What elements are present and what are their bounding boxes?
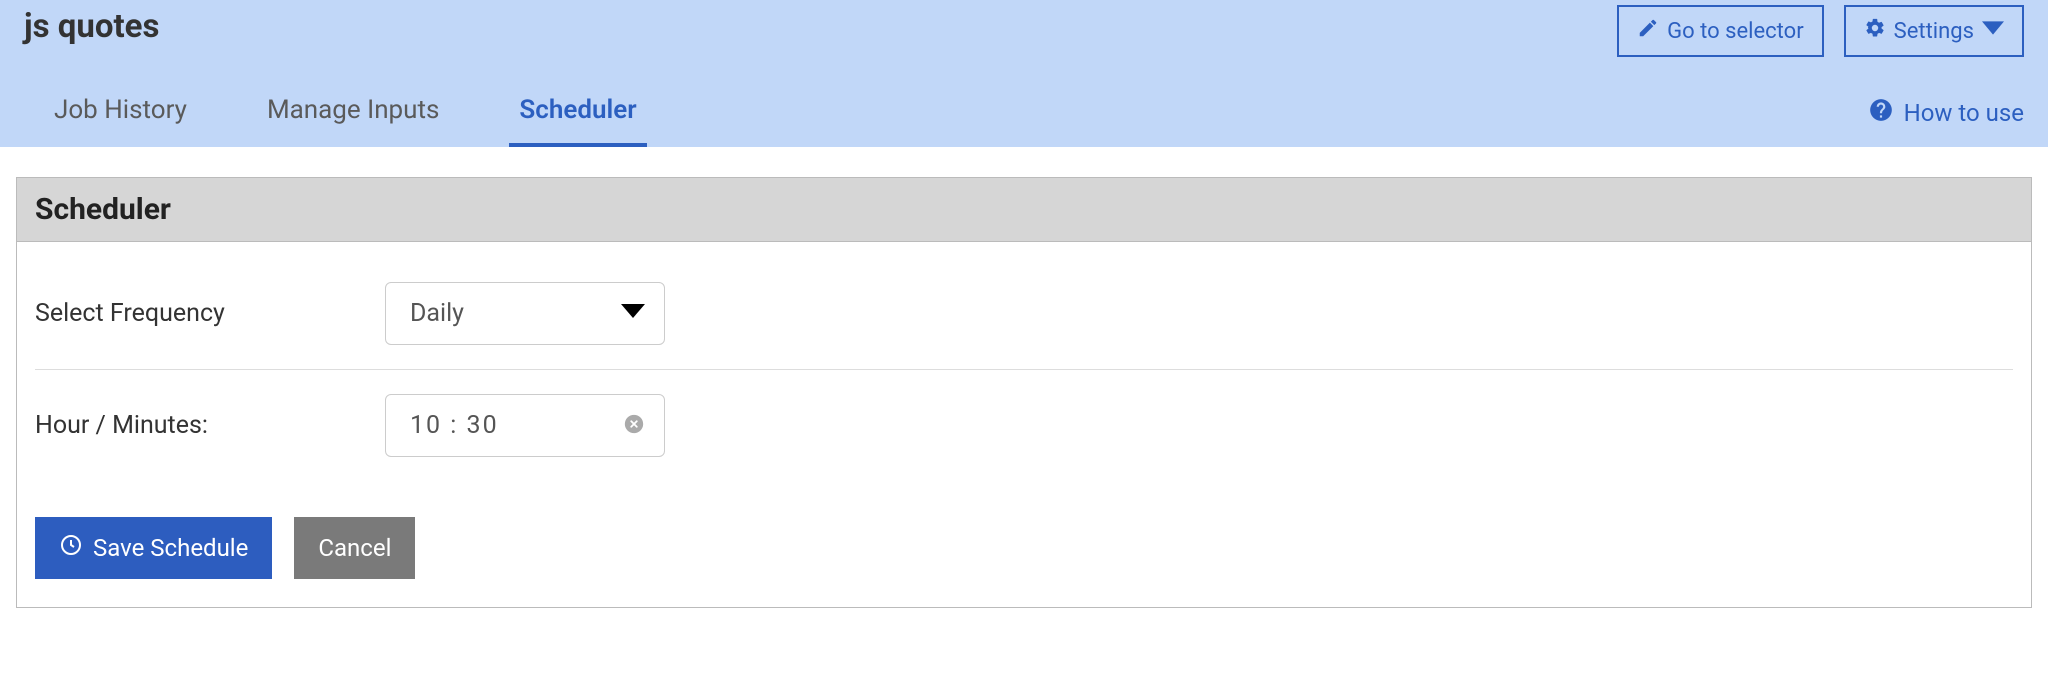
edit-icon <box>1637 17 1659 45</box>
tabs: Job History Manage Inputs Scheduler <box>24 95 647 147</box>
caret-down-icon <box>1982 17 2004 45</box>
go-to-selector-label: Go to selector <box>1667 19 1804 44</box>
clock-icon <box>59 533 83 563</box>
settings-label: Settings <box>1894 19 1974 44</box>
divider <box>35 369 2013 370</box>
help-icon <box>1868 97 1894 129</box>
button-row: Save Schedule Cancel <box>35 517 2013 579</box>
frequency-select[interactable] <box>385 282 665 345</box>
time-row: Hour / Minutes: <box>35 382 2013 469</box>
go-to-selector-button[interactable]: Go to selector <box>1617 5 1824 57</box>
cancel-button[interactable]: Cancel <box>294 517 415 579</box>
tab-job-history[interactable]: Job History <box>44 95 197 147</box>
how-to-use-link[interactable]: How to use <box>1868 97 2024 147</box>
tabs-row: Job History Manage Inputs Scheduler How … <box>0 95 2048 147</box>
time-input-wrapper <box>385 394 665 457</box>
page-header: js quotes Go to selector Settings Job Hi… <box>0 0 2048 147</box>
cancel-button-label: Cancel <box>318 534 391 562</box>
tab-scheduler[interactable]: Scheduler <box>509 95 646 147</box>
header-top-row: js quotes Go to selector Settings <box>0 0 2048 57</box>
save-button-label: Save Schedule <box>93 534 248 562</box>
time-label: Hour / Minutes: <box>35 411 385 440</box>
panel-title: Scheduler <box>35 192 2013 227</box>
header-actions: Go to selector Settings <box>1617 5 2024 57</box>
panel-body: Select Frequency Hour / Minutes: <box>17 242 2031 607</box>
gears-icon <box>1864 17 1886 45</box>
frequency-select-wrapper <box>385 282 665 345</box>
page-title: js quotes <box>24 5 159 46</box>
panel-header: Scheduler <box>17 178 2031 242</box>
frequency-row: Select Frequency <box>35 270 2013 357</box>
frequency-label: Select Frequency <box>35 299 385 328</box>
clear-icon[interactable] <box>623 413 645 439</box>
save-schedule-button[interactable]: Save Schedule <box>35 517 272 579</box>
scheduler-panel: Scheduler Select Frequency Hour / Minute… <box>16 177 2032 608</box>
how-to-use-label: How to use <box>1904 99 2024 127</box>
tab-manage-inputs[interactable]: Manage Inputs <box>257 95 449 147</box>
settings-button[interactable]: Settings <box>1844 5 2024 57</box>
